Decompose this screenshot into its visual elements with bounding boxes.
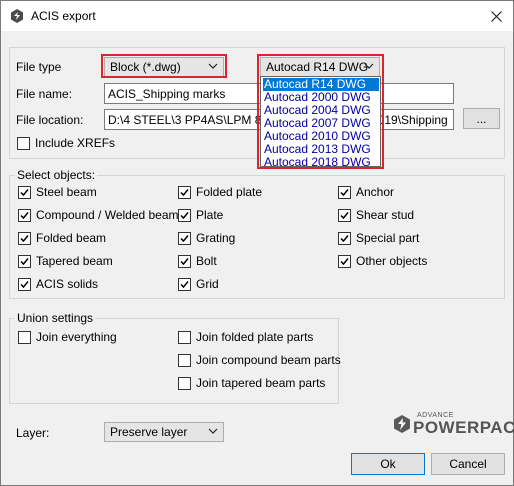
select-objects-title: Select objects: — [15, 168, 98, 182]
file-name-label: File name: — [16, 87, 73, 101]
checkmark-icon — [20, 281, 29, 289]
layer-label: Layer: — [16, 426, 50, 440]
window-title: ACIS export — [31, 9, 96, 23]
close-button[interactable] — [479, 1, 513, 31]
file-type-label: File type — [16, 60, 62, 74]
checkmark-icon — [20, 212, 29, 220]
advance-powerpack-logo: ADVANCE POWERPACK — [391, 411, 514, 437]
acis-export-dialog: ACIS export File type Block (*.dwg) Auto… — [0, 0, 514, 486]
checkmark-icon — [340, 235, 349, 243]
checkmark-icon — [180, 212, 189, 220]
browse-button[interactable]: ... — [463, 108, 500, 129]
layer-value: Preserve layer — [110, 425, 188, 439]
checkmark-icon — [20, 235, 29, 243]
checkmark-icon — [180, 281, 189, 289]
logo-powerpack-text: POWERPACK — [413, 418, 514, 437]
file-location-label: File location: — [16, 113, 84, 127]
checkmark-icon — [180, 189, 189, 197]
checkmark-icon — [180, 235, 189, 243]
ok-button[interactable]: Ok — [351, 453, 425, 475]
powerpack-logo-icon — [394, 415, 410, 433]
checkmark-icon — [340, 189, 349, 197]
union-settings-title: Union settings — [15, 311, 96, 325]
chevron-down-icon — [208, 428, 218, 434]
file-type-highlight — [101, 54, 227, 78]
close-icon — [490, 10, 502, 22]
checkmark-icon — [180, 258, 189, 266]
title-bar: ACIS export — [1, 1, 513, 31]
app-logo-icon — [11, 9, 23, 23]
layer-select[interactable]: Preserve layer — [104, 422, 224, 442]
checkmark-icon — [340, 258, 349, 266]
dwg-version-highlight — [257, 54, 384, 169]
checkmark-icon — [20, 258, 29, 266]
checkmark-icon — [20, 189, 29, 197]
checkmark-icon — [340, 212, 349, 220]
cancel-button[interactable]: Cancel — [431, 453, 505, 475]
